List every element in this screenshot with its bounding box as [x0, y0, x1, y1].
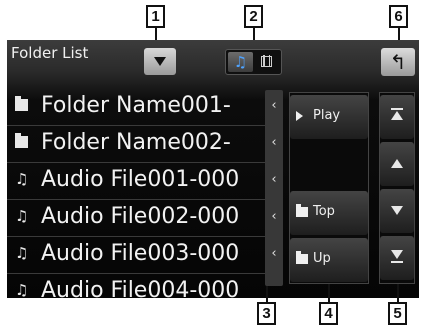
- bar-icon: [391, 261, 403, 263]
- page-title: Folder List: [11, 44, 89, 62]
- callout-5: 5: [388, 302, 407, 325]
- callout-5-line: [397, 284, 399, 302]
- bar-icon: [391, 108, 403, 110]
- list-item-label: Audio File004-000: [41, 278, 240, 298]
- play-button[interactable]: Play: [290, 95, 368, 139]
- expand-chevron-icon[interactable]: ‹: [268, 172, 280, 187]
- folder-icon: [296, 204, 308, 217]
- media-type-tabs: ♫: [225, 49, 282, 75]
- callout-6: 6: [389, 5, 408, 28]
- callout-3-line: [266, 286, 268, 302]
- music-note-icon: ♫: [15, 244, 29, 262]
- up-label: Up: [313, 251, 331, 266]
- play-label: Play: [313, 108, 341, 123]
- scroll-first-button[interactable]: [380, 95, 414, 139]
- list-item[interactable]: ♫ Audio File001-000: [7, 163, 265, 200]
- list-item[interactable]: Folder Name001-: [7, 89, 265, 126]
- scroll-down-button[interactable]: [380, 189, 414, 233]
- list-item[interactable]: ♫ Audio File003-000: [7, 237, 265, 274]
- expand-chevron-icon[interactable]: ‹: [268, 135, 280, 150]
- folder-control-panel: Play Top Up: [289, 92, 369, 284]
- list-item-label: Audio File002-000: [41, 204, 240, 229]
- expand-chevron-icon[interactable]: ‹: [268, 209, 280, 224]
- list-item[interactable]: ♫ Audio File002-000: [7, 200, 265, 237]
- play-icon: [296, 111, 303, 121]
- up-button[interactable]: Up: [290, 238, 368, 282]
- list-item[interactable]: Folder Name002-: [7, 126, 265, 163]
- folder-list-screen: Folder List ♫ ↰ Folder Name001- Folder N…: [7, 40, 419, 298]
- callout-3: 3: [257, 302, 276, 325]
- list-item-label: Audio File001-000: [41, 167, 240, 192]
- scroll-control-panel: [379, 92, 415, 284]
- expand-chevron-icon[interactable]: ‹: [268, 98, 280, 113]
- return-arrow-icon: ↰: [389, 50, 407, 74]
- arrow-down-icon: [391, 250, 403, 259]
- triangle-down-icon: [154, 57, 166, 66]
- back-button[interactable]: ↰: [381, 48, 415, 76]
- top-label: Top: [313, 204, 335, 219]
- tab-audio[interactable]: ♫: [228, 52, 253, 72]
- tab-video[interactable]: [255, 52, 280, 72]
- callout-4: 4: [319, 302, 338, 325]
- list-item-label: Audio File003-000: [41, 241, 240, 266]
- music-note-icon: ♫: [15, 281, 29, 298]
- file-list: Folder Name001- Folder Name002- ♫ Audio …: [7, 89, 265, 298]
- scroll-up-button[interactable]: [380, 142, 414, 186]
- film-icon: [261, 55, 272, 67]
- music-note-icon: ♫: [15, 207, 29, 225]
- dropdown-button[interactable]: [144, 48, 176, 75]
- callout-1: 1: [146, 5, 165, 28]
- music-note-icon: ♫: [15, 170, 29, 188]
- callout-2: 2: [244, 5, 263, 28]
- folder-icon: [296, 251, 308, 264]
- arrow-down-icon: [391, 206, 403, 215]
- arrow-up-icon: [391, 159, 403, 168]
- scroll-last-button[interactable]: [380, 236, 414, 280]
- arrow-up-icon: [391, 111, 403, 120]
- callout-4-line: [328, 284, 330, 302]
- top-button[interactable]: Top: [290, 191, 368, 235]
- list-item-label: Folder Name002-: [41, 130, 231, 155]
- list-item[interactable]: ♫ Audio File004-000: [7, 274, 265, 298]
- expand-column: ‹ ‹ ‹ ‹ ‹: [265, 90, 283, 286]
- expand-chevron-icon[interactable]: ‹: [268, 246, 280, 261]
- list-item-label: Folder Name001-: [41, 93, 231, 118]
- music-note-icon: ♫: [233, 53, 248, 71]
